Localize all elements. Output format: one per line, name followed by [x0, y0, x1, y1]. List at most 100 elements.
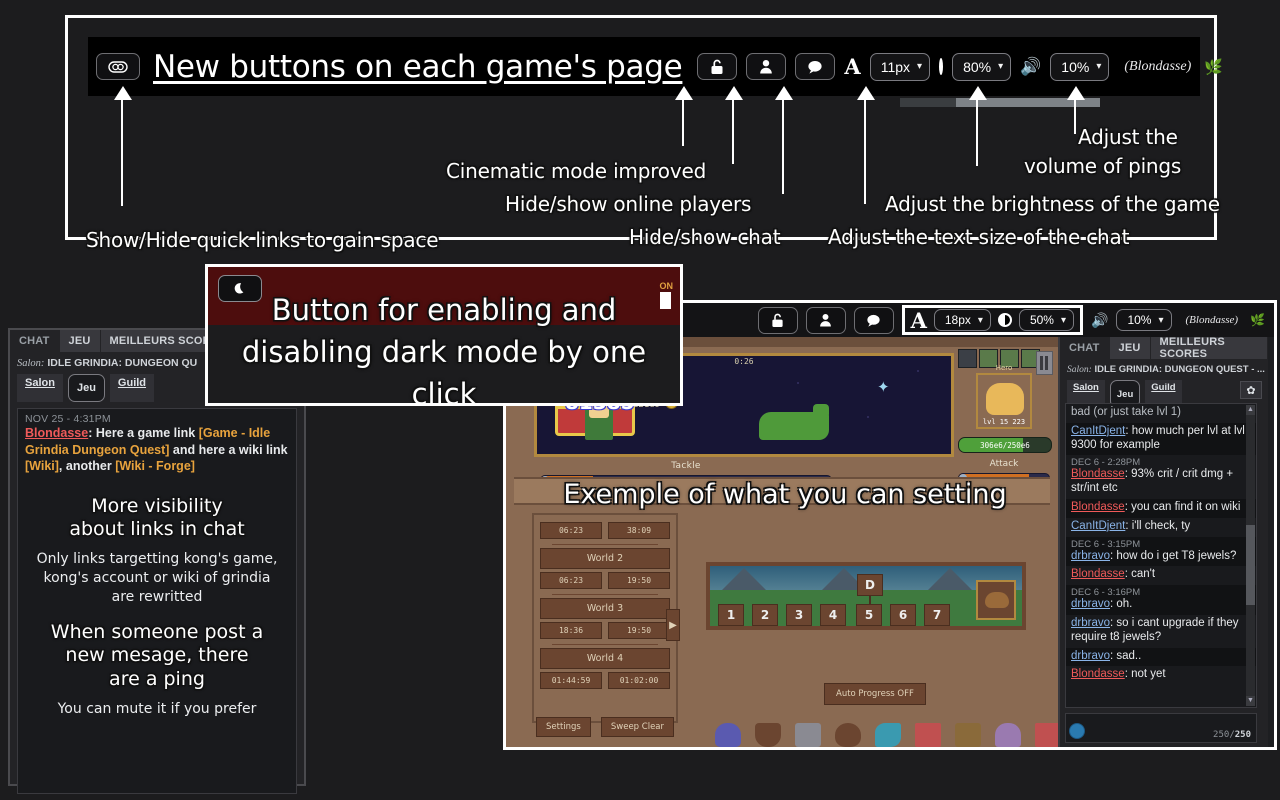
nav-item-map[interactable]: MAP — [954, 723, 982, 747]
world-1-time-a[interactable]: 06:23 — [540, 522, 602, 539]
world-1-time-b[interactable]: 38:09 — [608, 522, 670, 539]
portal-icon — [995, 723, 1021, 747]
game-chat-messages[interactable]: bad (or just take lvl 1) CanItDjent: how… — [1065, 403, 1257, 708]
chevron-right-icon[interactable]: ▶ — [666, 609, 680, 641]
message-link-wiki[interactable]: [Wiki] — [25, 459, 59, 473]
world-2-button[interactable]: World 2 — [540, 548, 670, 569]
pause-button[interactable] — [1036, 351, 1053, 375]
note-visibility-line2: about links in chat — [69, 518, 245, 541]
message-body: Blondasse: can't — [1071, 568, 1156, 581]
equipment-slot[interactable] — [958, 349, 977, 368]
message-username[interactable]: Blondasse — [1071, 468, 1125, 480]
level-button-4[interactable]: 4 — [820, 604, 846, 626]
annotation-online-players: Hide/show online players — [505, 192, 752, 216]
world-4-button[interactable]: World 4 — [540, 648, 670, 669]
bag-icon — [755, 723, 781, 747]
message-text: i'll check, ty — [1131, 519, 1191, 532]
message-username[interactable]: Blondasse — [25, 426, 88, 440]
tab-jeu[interactable]: JEU — [59, 330, 101, 352]
note-ping-line3: are a ping — [109, 668, 205, 691]
world-2-time-a[interactable]: 06:23 — [540, 572, 602, 589]
settings-button[interactable]: Settings — [536, 717, 591, 737]
message-username[interactable]: CanItDjent — [1071, 425, 1125, 437]
chat-settings-gear-button[interactable]: ✿ — [1240, 381, 1262, 399]
room-button-salon[interactable]: Salon — [17, 374, 63, 402]
message-username[interactable]: drbravo — [1071, 598, 1110, 610]
volume-select[interactable]: 10% ▾ — [1050, 52, 1110, 81]
game-text-size-select[interactable]: 18px ▾ — [933, 309, 991, 331]
nav-item-skills[interactable]: SKILLS — [874, 723, 902, 747]
level-button-7[interactable]: 7 — [924, 604, 950, 626]
message-body: bad (or just take lvl 1) — [1071, 406, 1181, 418]
level-button-5[interactable]: 5 — [856, 604, 882, 626]
username-label: (Blondasse) — [1124, 58, 1192, 74]
speaker-icon: 🔊 — [1020, 57, 1042, 76]
world-3-time-b[interactable]: 19:50 — [608, 622, 670, 639]
chat-message: CanItDjent: how much per lvl at lvl 9300… — [1066, 422, 1256, 456]
game-cinematic-mode-button[interactable] — [757, 306, 798, 334]
message-username[interactable]: drbravo — [1071, 650, 1110, 662]
message-username[interactable]: drbravo — [1071, 617, 1110, 629]
message-username[interactable]: Blondasse — [1071, 668, 1125, 680]
chat-message: Blondasse: can't — [1066, 566, 1256, 585]
world-4-time-a[interactable]: 01:44:59 — [540, 672, 602, 689]
boss-portrait[interactable] — [976, 580, 1016, 620]
message-username[interactable]: Blondasse — [1071, 568, 1125, 580]
green-leaf-icon: 🌿 — [1250, 313, 1265, 327]
nav-item-items[interactable]: ITEMS — [754, 723, 782, 747]
chat-input[interactable]: 250/250 — [1065, 713, 1257, 743]
world-3-times: 18:36 19:50 — [540, 619, 670, 639]
nav-item-prestige[interactable]: PRESTIGE — [994, 723, 1022, 747]
nav-item-shop[interactable]: SHOP — [1034, 723, 1058, 747]
game-volume-select[interactable]: 10% ▾ — [1116, 309, 1172, 331]
toggle-chat-button[interactable] — [795, 53, 836, 80]
nav-item-quests[interactable]: QUESTS — [914, 723, 942, 747]
tab-chat[interactable]: CHAT — [10, 330, 60, 352]
world-2-time-b[interactable]: 19:50 — [608, 572, 670, 589]
game-brightness-select[interactable]: 50% ▾ — [1018, 309, 1074, 331]
tab-jeu[interactable]: JEU — [1109, 337, 1151, 359]
world-4-time-b[interactable]: 01:02:00 — [608, 672, 670, 689]
cinematic-mode-button[interactable] — [697, 53, 738, 80]
online-players-button[interactable] — [746, 53, 787, 80]
brightness-select[interactable]: 80% ▾ — [952, 52, 1012, 81]
room-button-jeu[interactable]: Jeu — [67, 374, 105, 402]
auto-progress-button[interactable]: Auto Progress OFF — [824, 683, 926, 705]
left-message-box[interactable]: NOV 25 - 4:31PM Blondasse: Here a game l… — [17, 408, 297, 794]
top-annotation-panel: New buttons on each game's page A 11px ▾… — [65, 15, 1223, 252]
message-username[interactable]: CanItDjent — [1071, 520, 1125, 532]
chevron-down-icon: ▾ — [977, 314, 983, 326]
hero-portrait[interactable]: Hero lvl 15 223 — [976, 364, 1032, 429]
mountain-decor — [928, 568, 972, 590]
volume-value: 10% — [1061, 58, 1090, 75]
scrollbar-thumb[interactable] — [1246, 525, 1255, 605]
game-online-players-button[interactable] — [805, 306, 846, 334]
level-button-6[interactable]: 6 — [890, 604, 916, 626]
level-button-1[interactable]: 1 — [718, 604, 744, 626]
world-3-button[interactable]: World 3 — [540, 598, 670, 619]
world-3-time-a[interactable]: 18:36 — [540, 622, 602, 639]
nav-item-pets[interactable]: PETS — [834, 723, 862, 747]
sweep-clear-button[interactable]: Sweep Clear — [600, 717, 675, 737]
message-link-wiki-forge[interactable]: [Wiki - Forge] — [115, 459, 195, 473]
hero-hp-text: 306e6/250e6 — [980, 440, 1030, 450]
room-button-guild[interactable]: Guild — [109, 374, 155, 402]
message-username[interactable]: drbravo — [1071, 550, 1110, 562]
dungeon-node-button[interactable]: D — [857, 574, 883, 596]
scroll-down-icon[interactable]: ▼ — [1246, 696, 1255, 706]
level-button-2[interactable]: 2 — [752, 604, 778, 626]
scroll-up-icon[interactable]: ▲ — [1246, 405, 1255, 415]
dark-mode-callout: ON Button for enabling and disabling dar… — [205, 264, 683, 406]
nav-item-stats[interactable]: STATS — [714, 723, 742, 747]
message-text: you can find it on wiki — [1131, 500, 1241, 513]
text-size-select[interactable]: 11px ▾ — [869, 52, 931, 81]
game-toggle-chat-button[interactable] — [853, 306, 894, 334]
tab-chat[interactable]: CHAT — [1060, 337, 1110, 359]
quick-links-toggle-button[interactable] — [96, 53, 140, 80]
tab-meilleurs-scores[interactable]: MEILLEURS SCORES — [1150, 336, 1268, 360]
chat-scrollbar[interactable]: ▲ ▼ — [1246, 405, 1255, 706]
nav-item-forge[interactable]: FORGE — [794, 723, 822, 747]
message-username[interactable]: Blondasse — [1071, 501, 1125, 513]
level-button-3[interactable]: 3 — [786, 604, 812, 626]
message-body: Blondasse: 93% crit / crit dmg + str/int… — [1071, 468, 1234, 495]
